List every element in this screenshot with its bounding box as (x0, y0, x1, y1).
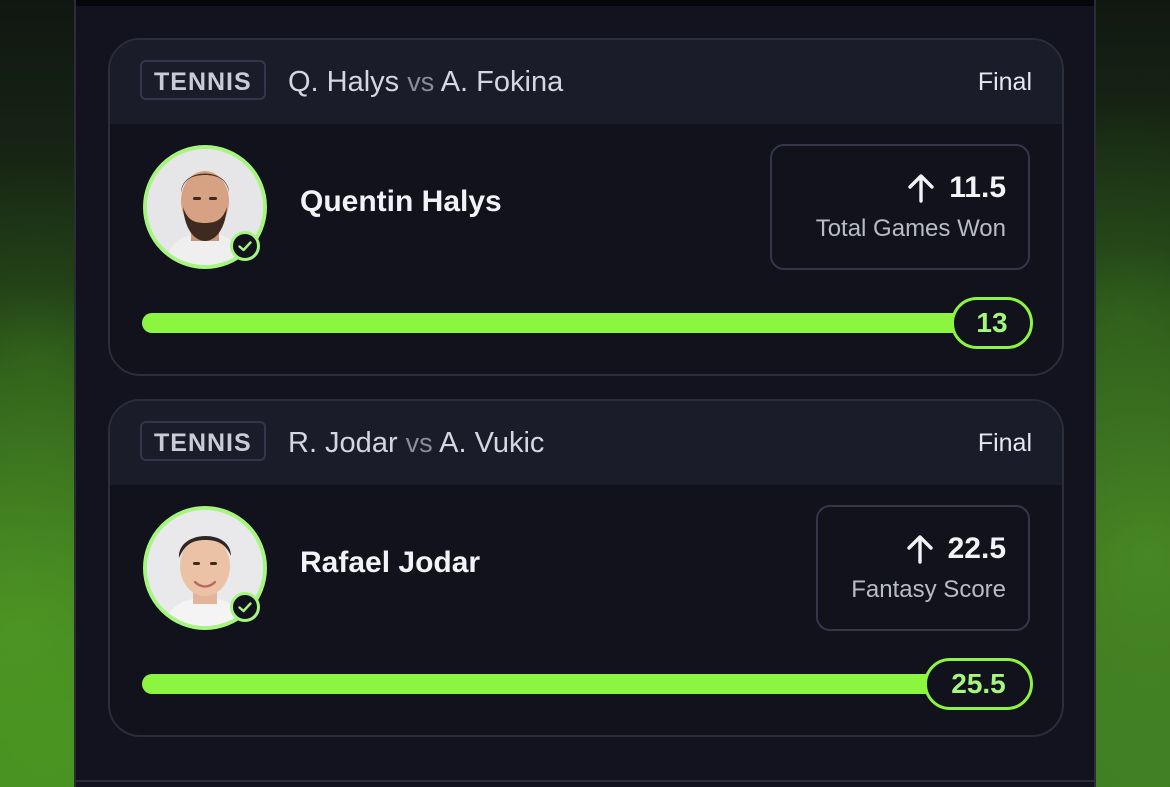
result-progress-bar (142, 313, 1032, 333)
arrow-up-icon (908, 174, 934, 203)
game-status: Final (977, 429, 1032, 457)
matchup: Q. Halys vs A. Fokina (288, 60, 563, 104)
pick-card[interactable]: TENNIS R. Jodar vs A. Vukic Final Rafael… (108, 399, 1064, 737)
background-right (1095, 0, 1170, 787)
matchup-vs: vs (407, 67, 435, 97)
panel-divider (76, 780, 1094, 782)
actual-result-badge: 13 (951, 297, 1033, 349)
verified-check-icon (230, 592, 260, 622)
stat-type-label: Total Games Won (815, 215, 1006, 242)
result-progress-fill (142, 674, 1032, 694)
result-progress-bar (142, 674, 1032, 694)
picks-panel: TENNIS Q. Halys vs A. Fokina Final Quent… (74, 0, 1096, 787)
card-header: TENNIS Q. Halys vs A. Fokina Final (110, 40, 1062, 124)
panel-top-edge (76, 0, 1094, 6)
projection-row: 22.5 (906, 529, 1006, 569)
matchup-player-1: Q. Halys (288, 66, 400, 98)
matchup: R. Jodar vs A. Vukic (288, 421, 544, 465)
player-name: Rafael Jodar (300, 546, 481, 579)
matchup-vs: vs (405, 428, 433, 458)
arrow-up-icon (906, 535, 933, 564)
actual-result-badge: 25.5 (924, 658, 1033, 710)
player-name: Quentin Halys (300, 185, 502, 218)
result-progress-fill (142, 313, 1032, 333)
sport-badge: TENNIS (140, 421, 266, 461)
projection-line-value: 22.5 (947, 532, 1006, 565)
game-status: Final (977, 68, 1032, 96)
verified-check-icon (230, 231, 260, 261)
sport-badge: TENNIS (140, 60, 266, 100)
stat-type-label: Fantasy Score (851, 576, 1006, 603)
matchup-player-1: R. Jodar (288, 427, 398, 459)
pick-card[interactable]: TENNIS Q. Halys vs A. Fokina Final Quent… (108, 38, 1064, 376)
projection-row: 11.5 (907, 168, 1006, 208)
matchup-player-2: A. Vukic (439, 427, 545, 459)
card-header: TENNIS R. Jodar vs A. Vukic Final (110, 401, 1062, 485)
matchup-player-2: A. Fokina (440, 66, 564, 98)
projection-box: 22.5 Fantasy Score (816, 505, 1030, 631)
projection-box: 11.5 Total Games Won (770, 144, 1030, 270)
projection-line-value: 11.5 (949, 171, 1006, 204)
